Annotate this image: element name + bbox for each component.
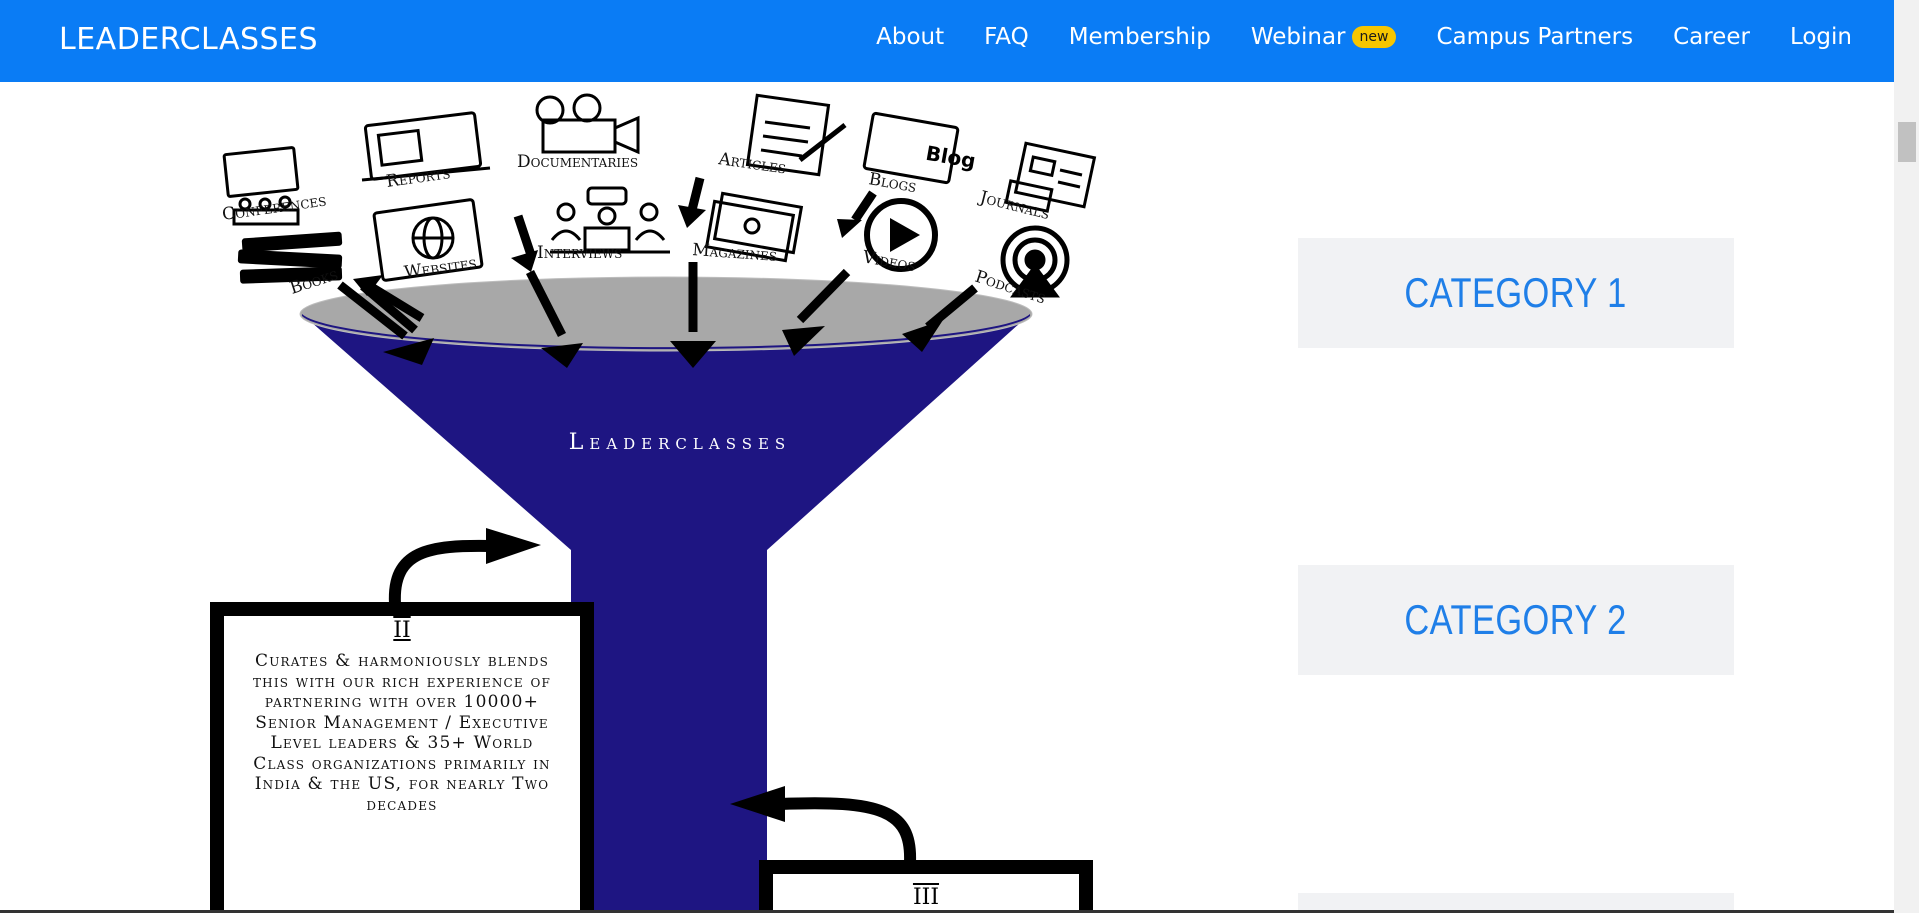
source-label-magazines: Magazines [692,240,778,266]
source-label-videos: Videos [860,247,917,276]
nav-webinar-link[interactable]: Webinar new [1251,24,1397,50]
category-2-title: CATEGORY 2 [1404,596,1628,643]
category-2-card[interactable]: CATEGORY 2 [1298,565,1734,675]
category-1-title: CATEGORY 1 [1404,269,1628,316]
funnel-label: Leaderclasses [569,430,791,455]
top-navbar: LEADERCLASSES About FAQ Membership Webin… [0,0,1894,82]
nav-login-link[interactable]: Login [1790,24,1852,50]
source-label-blogs: Blogs [867,169,918,197]
source-label-interviews: Interviews [537,243,622,263]
scrollbar-top [1894,0,1919,82]
nav-career-link[interactable]: Career [1673,24,1750,50]
brand-logo[interactable]: LEADERCLASSES [59,22,318,57]
nav-webinar-label: Webinar [1250,24,1346,50]
box-2-text: Curates & harmoniously blends this with … [252,651,552,815]
scrollbar-thumb[interactable] [1898,122,1916,162]
box-3-numeral: III [912,885,940,910]
category-1-card[interactable]: CATEGORY 1 [1298,238,1734,348]
source-label-journals: Journals [976,187,1052,224]
documentaries-icon [535,93,640,155]
source-label-documentaries: Documentaries [517,152,638,172]
curved-arrow-up [388,539,491,605]
nav-campus-partners-link[interactable]: Campus Partners [1436,24,1633,50]
blog-icon-text: Blog [924,141,978,173]
funnel-infographic: Leaderclasses Blog Conferences Reports D… [190,90,1130,913]
box-2-content: II Curates & harmoniously blends this wi… [232,618,572,815]
vertical-scrollbar[interactable] [1894,82,1919,913]
nav-membership-link[interactable]: Membership [1069,24,1211,50]
nav-about-link[interactable]: About [876,24,944,50]
nav-links: About FAQ Membership Webinar new Campus … [836,24,1852,50]
source-label-websites: Websites [403,253,478,283]
box-2-numeral: II [393,618,411,643]
curved-arrow-back [779,797,917,863]
nav-faq-link[interactable]: FAQ [984,24,1029,50]
new-badge: new [1351,26,1397,48]
source-label-reports: Reports [385,163,452,192]
